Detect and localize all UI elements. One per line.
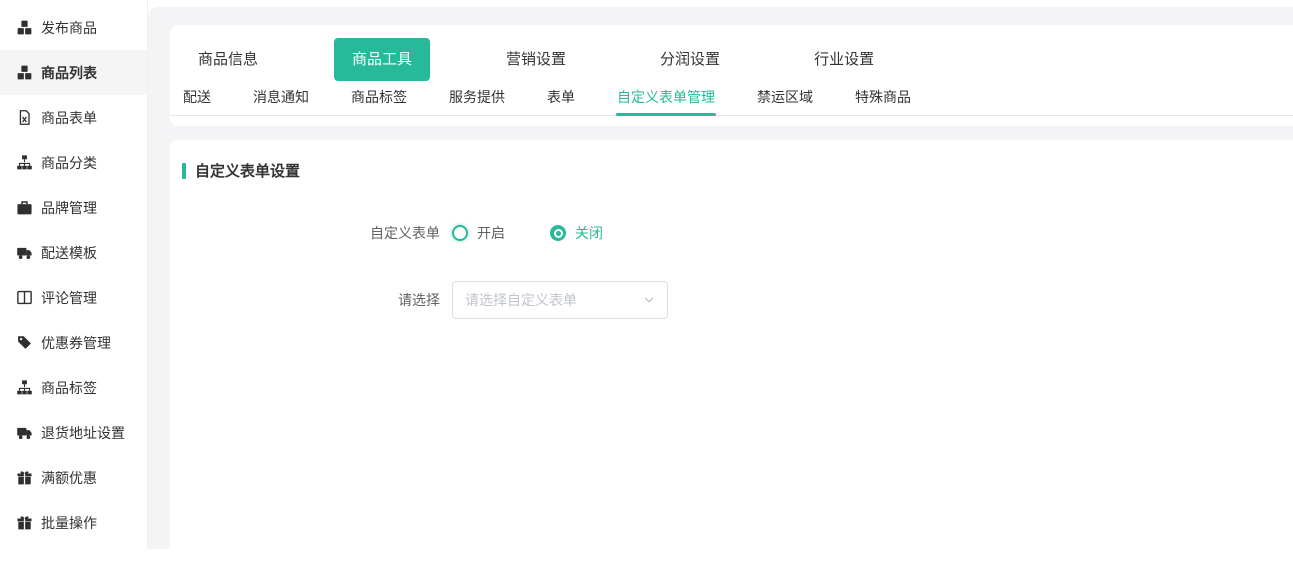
tabs-card: 商品信息 商品工具 营销设置 分润设置 行业设置 配送 消息通知 商品标签 服务… bbox=[170, 25, 1293, 126]
columns-icon bbox=[17, 290, 32, 305]
sidebar-item-label: 配送模板 bbox=[41, 243, 97, 263]
custom-form-select[interactable]: 请选择自定义表单 bbox=[452, 281, 668, 319]
sub-tab-label: 表单 bbox=[547, 89, 575, 105]
section-title: 自定义表单设置 bbox=[195, 160, 300, 181]
file-excel-icon bbox=[17, 110, 32, 125]
radio-unchecked-icon[interactable] bbox=[452, 225, 468, 241]
sidebar-item-label: 商品列表 bbox=[41, 63, 97, 83]
radio-checked-icon[interactable] bbox=[550, 225, 566, 241]
radio-enable[interactable]: 开启 bbox=[452, 223, 505, 243]
main-tab-label: 商品工具 bbox=[334, 38, 430, 81]
sub-tab[interactable]: 消息通知 bbox=[252, 85, 310, 115]
sidebar: 发布商品 商品列表 商品表单 商品分类 品牌管理 配送模板 评论管理 优惠券管理… bbox=[0, 0, 148, 549]
main-tab-bar: 商品信息 商品工具 营销设置 分润设置 行业设置 bbox=[170, 25, 1293, 85]
sidebar-item[interactable]: 发布商品 bbox=[0, 5, 147, 50]
sub-tab-label: 自定义表单管理 bbox=[617, 89, 715, 105]
main-tab[interactable]: 商品信息 bbox=[180, 38, 276, 81]
sidebar-item[interactable]: 品牌管理 bbox=[0, 185, 147, 230]
sub-tab[interactable]: 服务提供 bbox=[448, 85, 506, 115]
main-tab-label: 营销设置 bbox=[488, 38, 584, 81]
section-header: 自定义表单设置 bbox=[170, 140, 1293, 181]
content-area: 商品信息 商品工具 营销设置 分润设置 行业设置 配送 消息通知 商品标签 服务… bbox=[148, 0, 1293, 549]
main-tab[interactable]: 分润设置 bbox=[642, 38, 738, 81]
truck-icon bbox=[17, 425, 32, 440]
sidebar-item-label: 品牌管理 bbox=[41, 198, 97, 218]
radio-disable[interactable]: 关闭 bbox=[550, 223, 603, 243]
sidebar-item[interactable]: 批量操作 bbox=[0, 500, 147, 545]
sidebar-item-label: 商品表单 bbox=[41, 108, 97, 128]
section-accent-bar bbox=[182, 163, 186, 179]
radio-disable-label: 关闭 bbox=[575, 223, 603, 243]
settings-card: 自定义表单设置 自定义表单 开启 关闭 请选择 请选择自定义表单 bbox=[170, 140, 1293, 561]
tag-icon bbox=[17, 335, 32, 350]
sub-tab-label: 配送 bbox=[183, 89, 211, 105]
sidebar-item-label: 商品标签 bbox=[41, 378, 97, 398]
main-tab-label: 行业设置 bbox=[796, 38, 892, 81]
custom-form-select-row: 请选择 请选择自定义表单 bbox=[170, 281, 1293, 319]
sub-tab[interactable]: 表单 bbox=[546, 85, 576, 115]
main-tab[interactable]: 营销设置 bbox=[488, 38, 584, 81]
sitemap-icon bbox=[17, 155, 32, 170]
sidebar-item[interactable]: 优惠券管理 bbox=[0, 320, 147, 365]
radio-enable-label: 开启 bbox=[477, 223, 505, 243]
sidebar-item-label: 优惠券管理 bbox=[41, 333, 111, 353]
sidebar-item[interactable]: 配送模板 bbox=[0, 230, 147, 275]
sub-tab-label: 商品标签 bbox=[351, 89, 407, 105]
sub-tab-bar: 配送 消息通知 商品标签 服务提供 表单 自定义表单管理 禁运区域 特殊商品 bbox=[170, 85, 1293, 116]
custom-form-toggle-row: 自定义表单 开启 关闭 bbox=[170, 223, 1293, 243]
sidebar-item[interactable]: 商品标签 bbox=[0, 365, 147, 410]
sub-tab[interactable]: 禁运区域 bbox=[756, 85, 814, 115]
sub-tab-label: 服务提供 bbox=[449, 89, 505, 105]
sub-tab[interactable]: 特殊商品 bbox=[854, 85, 912, 115]
sidebar-item[interactable]: 商品分类 bbox=[0, 140, 147, 185]
sidebar-item-label: 退货地址设置 bbox=[41, 423, 125, 443]
sub-tab-label: 消息通知 bbox=[253, 89, 309, 105]
sidebar-item-label: 批量操作 bbox=[41, 513, 97, 533]
briefcase-icon bbox=[17, 200, 32, 215]
sub-tab-label: 禁运区域 bbox=[757, 89, 813, 105]
sidebar-item-label: 发布商品 bbox=[41, 18, 97, 38]
main-tab[interactable]: 行业设置 bbox=[796, 38, 892, 81]
chevron-down-icon bbox=[643, 294, 655, 306]
sidebar-item-label: 评论管理 bbox=[41, 288, 97, 308]
select-label: 请选择 bbox=[170, 290, 452, 310]
sidebar-item[interactable]: 商品列表 bbox=[0, 50, 147, 95]
cubes-icon bbox=[17, 65, 32, 80]
sidebar-item[interactable]: 满额优惠 bbox=[0, 455, 147, 500]
gift-icon bbox=[17, 515, 32, 530]
sidebar-item-label: 商品分类 bbox=[41, 153, 97, 173]
sub-tab[interactable]: 商品标签 bbox=[350, 85, 408, 115]
truck-icon bbox=[17, 245, 32, 260]
sidebar-item[interactable]: 评论管理 bbox=[0, 275, 147, 320]
sub-tab-label: 特殊商品 bbox=[855, 89, 911, 105]
sidebar-menu: 发布商品 商品列表 商品表单 商品分类 品牌管理 配送模板 评论管理 优惠券管理… bbox=[0, 0, 147, 545]
gift-icon bbox=[17, 470, 32, 485]
custom-form-label: 自定义表单 bbox=[170, 223, 452, 243]
cubes-icon bbox=[17, 20, 32, 35]
select-placeholder: 请选择自定义表单 bbox=[465, 290, 577, 310]
main-tab[interactable]: 商品工具 bbox=[334, 38, 430, 81]
main-tab-label: 商品信息 bbox=[180, 38, 276, 81]
sub-tab[interactable]: 配送 bbox=[182, 85, 212, 115]
sitemap-icon bbox=[17, 380, 32, 395]
main-tab-label: 分润设置 bbox=[642, 38, 738, 81]
custom-form-radio-group: 开启 关闭 bbox=[452, 223, 603, 243]
sidebar-item[interactable]: 退货地址设置 bbox=[0, 410, 147, 455]
sidebar-item-label: 满额优惠 bbox=[41, 468, 97, 488]
sub-tab[interactable]: 自定义表单管理 bbox=[616, 85, 716, 115]
sidebar-item[interactable]: 商品表单 bbox=[0, 95, 147, 140]
